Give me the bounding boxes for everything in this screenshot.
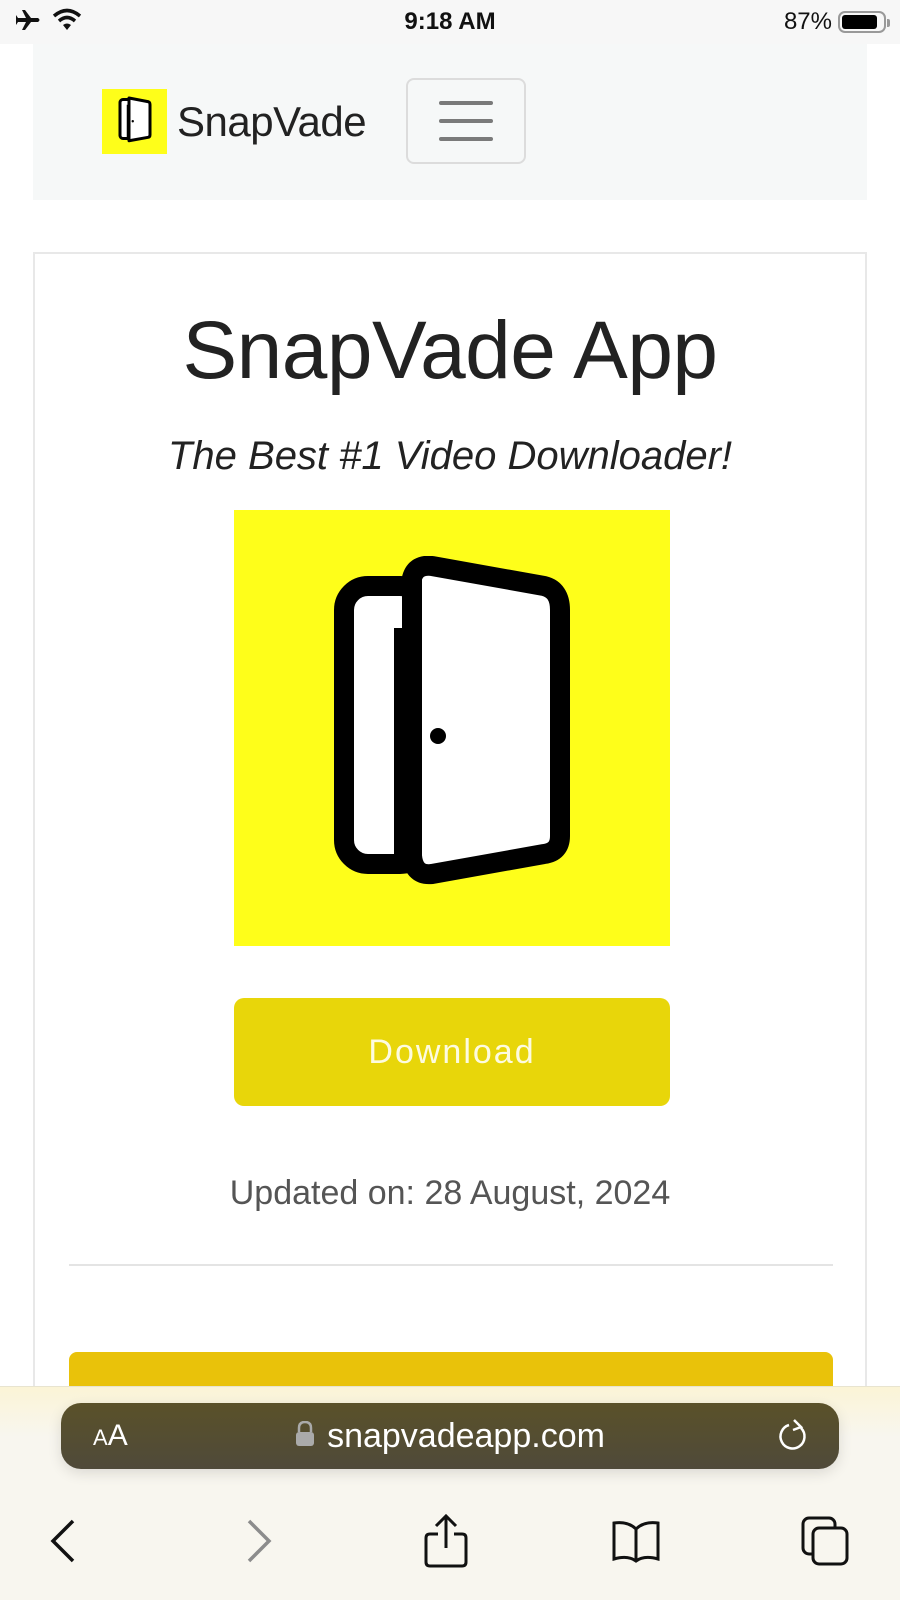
hamburger-line (439, 101, 493, 105)
reload-icon[interactable] (777, 1419, 811, 1458)
site-navbar: SnapVade (33, 44, 867, 200)
bookmarks-icon[interactable] (606, 1511, 666, 1571)
status-bar: 9:18 AM 87% (0, 0, 900, 44)
address-bar[interactable]: AA snapvadeapp.com (61, 1403, 839, 1469)
divider (69, 1264, 833, 1266)
battery-fill (842, 15, 877, 29)
browser-toolbar (0, 1501, 900, 1571)
page-subtitle: The Best #1 Video Downloader! (167, 434, 733, 478)
status-right: 87% (783, 8, 890, 36)
door-icon (115, 95, 155, 148)
browser-bottom-bar: AA snapvadeapp.com (0, 1386, 900, 1600)
door-icon (332, 555, 572, 901)
url-text: snapvadeapp.com (327, 1417, 605, 1455)
url-display[interactable]: snapvadeapp.com (61, 1417, 839, 1456)
status-time: 9:18 AM (404, 8, 496, 35)
page-title: SnapVade App (182, 305, 718, 396)
forward-icon[interactable] (228, 1511, 288, 1571)
hamburger-line (439, 137, 493, 141)
download-button[interactable]: Download (234, 998, 670, 1106)
app-icon-image (234, 510, 670, 946)
back-icon[interactable] (34, 1511, 94, 1571)
tabs-icon[interactable] (796, 1511, 856, 1571)
brand-link[interactable]: SnapVade (102, 89, 367, 154)
battery-icon (838, 11, 890, 33)
updated-date: Updated on: 28 August, 2024 (229, 1174, 671, 1212)
brand-logo (102, 89, 167, 154)
share-icon[interactable] (416, 1511, 476, 1571)
menu-toggle-button[interactable] (406, 78, 526, 164)
app-card: SnapVade App The Best #1 Video Downloade… (33, 252, 867, 1452)
hamburger-line (439, 119, 493, 123)
brand-name: SnapVade (177, 97, 367, 145)
lock-icon (295, 1420, 315, 1452)
battery-percent: 87% (783, 8, 832, 35)
battery-cap (887, 19, 890, 27)
